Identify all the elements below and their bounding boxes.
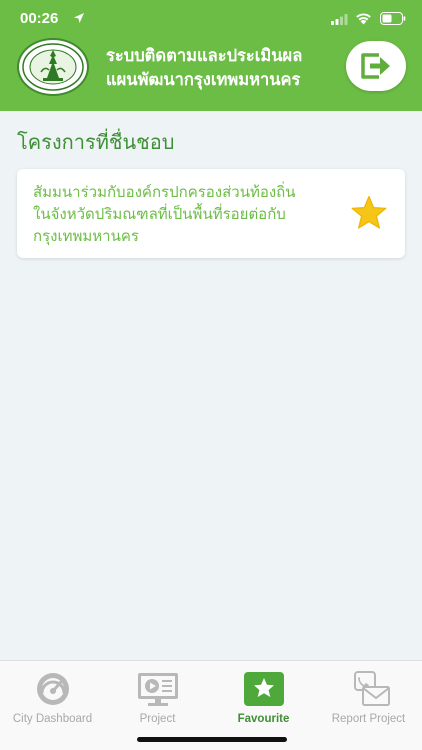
tab-city-dashboard[interactable]: City Dashboard — [0, 667, 105, 727]
star-icon — [243, 672, 284, 706]
bangkok-emblem-logo — [17, 38, 89, 96]
tab-label: Project — [139, 713, 176, 725]
tab-label: Report Project — [331, 713, 406, 725]
section-title: โครงการที่ชื่นชอบ — [17, 130, 175, 154]
star-icon[interactable] — [350, 195, 388, 231]
app-title: ระบบติดตามและประเมินผล แผนพัฒนากรุงเทพมห… — [106, 44, 346, 92]
app-screen: 00:26 ระบบติดตามและประเมินผล แผนพัฒนากรุ… — [0, 0, 422, 750]
tab-project[interactable]: Project — [105, 667, 210, 727]
location-arrow-icon — [74, 13, 84, 23]
app-title-line2: แผนพัฒนากรุงเทพมหานคร — [106, 70, 301, 89]
battery-icon — [380, 12, 406, 25]
app-title-line1: ระบบติดตามและประเมินผล — [106, 46, 303, 65]
cellular-signal-icon — [331, 14, 348, 25]
project-title-line2: ในจังหวัดปริมณฑลที่เป็นพื้นที่รอยต่อกับ — [33, 205, 286, 223]
project-title: สัมมนาร่วมกับองค์กรปกครองส่วนท้องถิ่น ใน… — [33, 181, 343, 247]
tab-label: City Dashboard — [12, 713, 93, 725]
project-title-line3: กรุงเทพมหานคร — [33, 227, 139, 245]
monitor-presentation-icon — [137, 673, 178, 706]
app-header: 00:26 ระบบติดตามและประเมินผล แผนพัฒนากรุ… — [0, 0, 422, 111]
status-bar: 00:26 — [0, 0, 422, 36]
home-indicator — [137, 737, 287, 742]
gauge-icon — [36, 673, 69, 705]
tab-report-project[interactable]: Report Project — [316, 667, 421, 727]
status-time: 00:26 — [20, 10, 59, 27]
logout-icon — [361, 53, 390, 79]
phone-mail-icon — [353, 671, 390, 706]
wifi-icon — [356, 13, 371, 25]
project-title-line1: สัมมนาร่วมกับองค์กรปกครองส่วนท้องถิ่น — [33, 183, 296, 201]
tab-favourite[interactable]: Favourite — [211, 667, 316, 727]
tab-label: Favourite — [237, 713, 290, 725]
logout-button[interactable] — [346, 41, 406, 91]
favourite-project-card[interactable]: สัมมนาร่วมกับองค์กรปกครองส่วนท้องถิ่น ใน… — [17, 169, 405, 258]
